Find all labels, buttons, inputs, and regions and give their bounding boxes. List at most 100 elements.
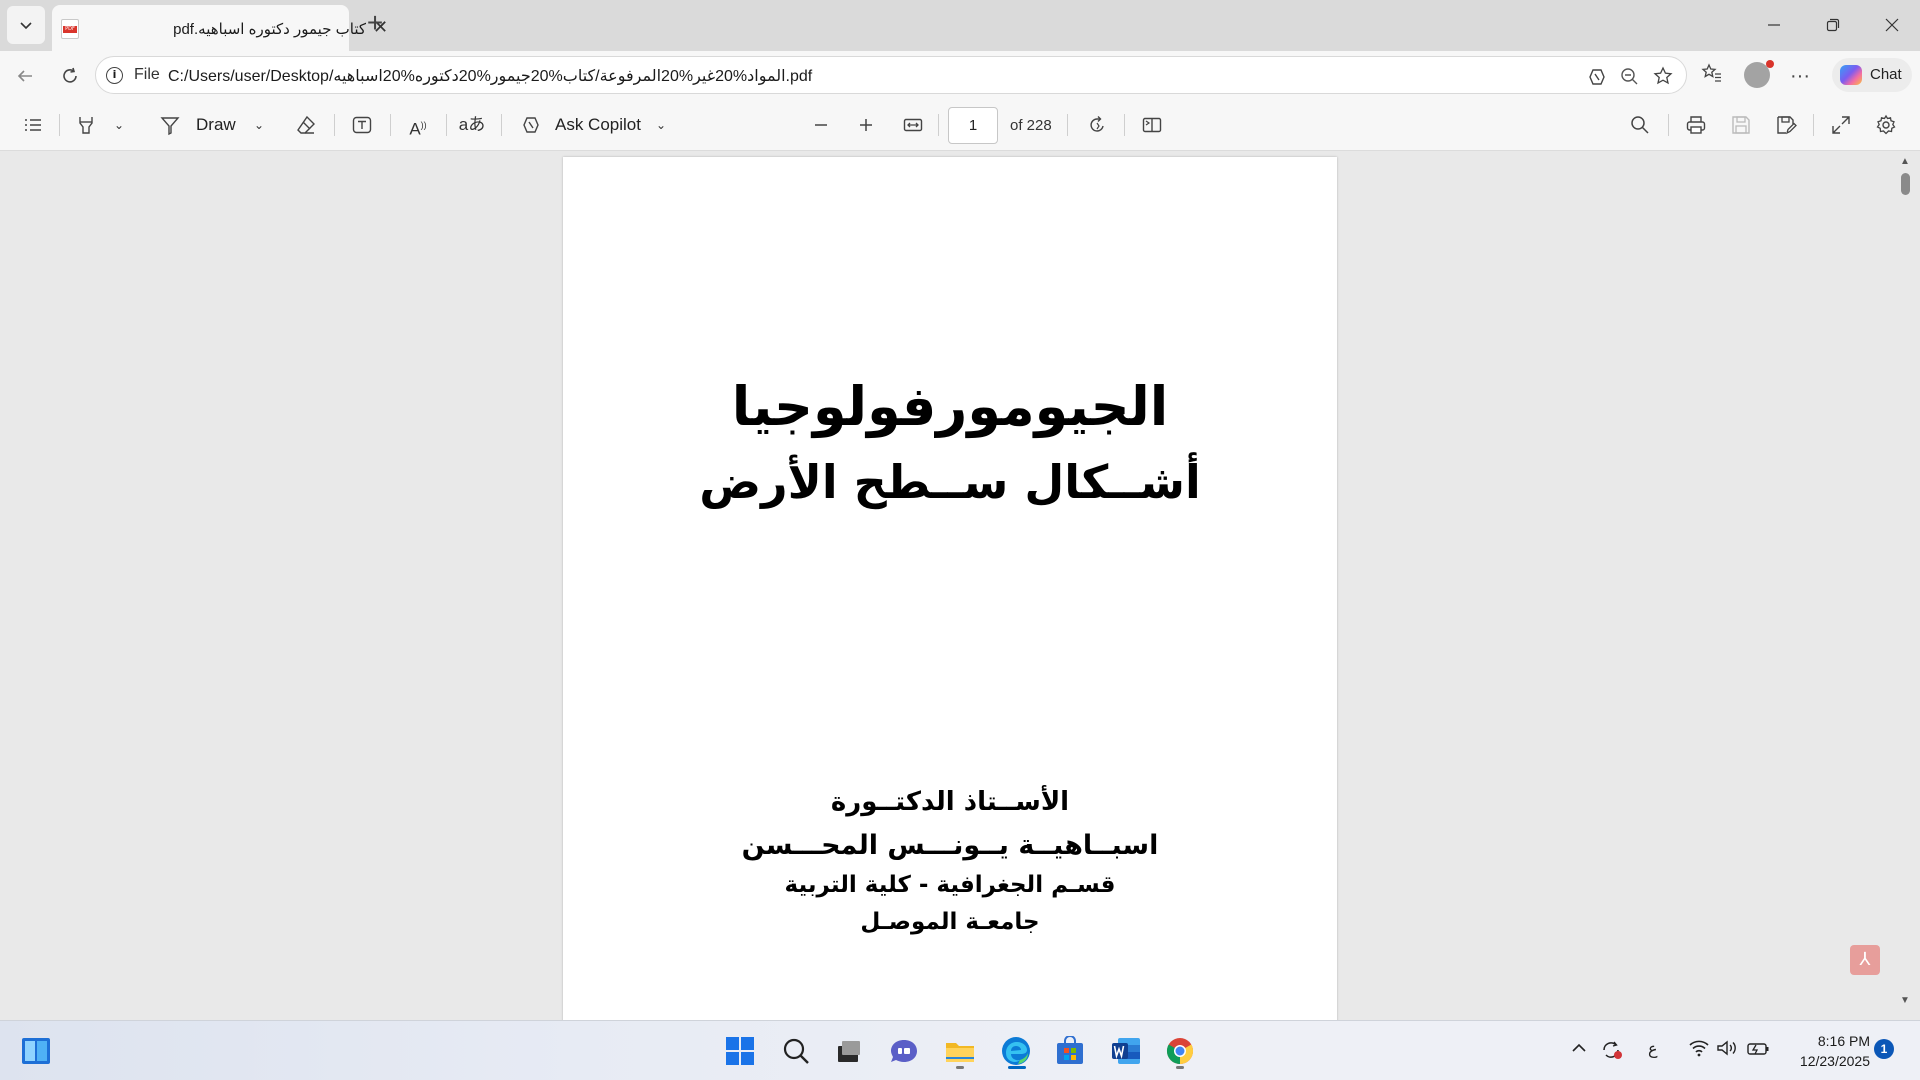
- toolbar-divider: [501, 114, 502, 136]
- eraser-icon: [297, 115, 315, 134]
- sync-status-icon[interactable]: [1600, 1039, 1624, 1066]
- toolbar-divider: [334, 114, 335, 136]
- toolbar-divider: [938, 114, 939, 136]
- author-name: اسبــاهيــة يــونـــس المحـــسن: [741, 830, 1159, 861]
- new-tab-button[interactable]: +: [362, 9, 388, 39]
- copilot-page-icon[interactable]: [1586, 66, 1608, 88]
- address-bar[interactable]: i File C:/Users/user/Desktop/المواد%20غي…: [95, 56, 1687, 94]
- widgets-button[interactable]: [16, 1031, 56, 1071]
- pdf-viewer[interactable]: الجيومورفولوجيا أشــكال ســطح الأرض الأس…: [0, 152, 1920, 1020]
- page-view-button[interactable]: [1138, 112, 1166, 138]
- add-text-button[interactable]: [348, 112, 376, 138]
- minus-icon: [815, 124, 827, 126]
- favorites-list-icon: [1701, 63, 1721, 82]
- store-button[interactable]: [1050, 1031, 1090, 1071]
- pdf-settings-button[interactable]: [1872, 112, 1900, 138]
- taskbar-search-button[interactable]: [776, 1031, 816, 1071]
- document-title: الجيومورفولوجيا: [731, 375, 1169, 438]
- toolbar-divider: [1668, 114, 1669, 136]
- title-bar: كتاب جيمور دكتوره اسباهيه.pdf ✕ +: [0, 0, 1920, 51]
- battery-icon[interactable]: [1746, 1039, 1770, 1062]
- find-button[interactable]: [1626, 112, 1654, 138]
- teams-button[interactable]: [884, 1031, 924, 1071]
- wifi-signal-icon: [1689, 1040, 1709, 1057]
- search-icon: [783, 1038, 809, 1064]
- notification-badge[interactable]: 1: [1874, 1039, 1894, 1059]
- refresh-button[interactable]: [55, 61, 85, 91]
- start-button[interactable]: [720, 1031, 760, 1071]
- input-language-indicator[interactable]: ع: [1648, 1039, 1658, 1058]
- draw-label[interactable]: Draw: [196, 115, 236, 135]
- tab-actions-button[interactable]: [7, 6, 45, 44]
- fit-to-width-button[interactable]: [899, 112, 927, 138]
- scroll-up-arrow-icon[interactable]: ▲: [1900, 156, 1910, 167]
- plus-icon: [860, 119, 872, 131]
- scroll-thumb[interactable]: [1901, 173, 1910, 195]
- edge-button[interactable]: [996, 1031, 1036, 1071]
- address-bar-row: i File C:/Users/user/Desktop/المواد%20غي…: [0, 51, 1920, 100]
- vertical-scrollbar[interactable]: ▲ ▼: [1897, 152, 1913, 1020]
- file-explorer-button[interactable]: [940, 1031, 980, 1071]
- chevron-up-icon: [1572, 1043, 1586, 1052]
- scroll-down-arrow-icon[interactable]: ▼: [1900, 995, 1910, 1006]
- copilot-logo-icon: [1840, 65, 1862, 85]
- favorites-icon[interactable]: [1698, 62, 1726, 90]
- copilot-options-chevron-icon[interactable]: ⌄: [652, 112, 670, 138]
- task-view-button[interactable]: [828, 1031, 868, 1071]
- print-button[interactable]: [1682, 112, 1710, 138]
- two-page-icon: [1142, 117, 1162, 133]
- word-button[interactable]: [1106, 1031, 1146, 1071]
- volume-icon[interactable]: [1716, 1039, 1738, 1062]
- show-hidden-icons-chevron-icon[interactable]: [1570, 1039, 1588, 1062]
- chrome-button[interactable]: [1160, 1031, 1200, 1071]
- refresh-icon: [63, 67, 77, 83]
- ask-copilot-label[interactable]: Ask Copilot: [555, 115, 641, 135]
- zoom-out-button[interactable]: [808, 112, 834, 138]
- minimize-button[interactable]: [1754, 10, 1794, 40]
- zoom-magnifier-icon: [1621, 68, 1638, 85]
- full-screen-button[interactable]: [1827, 112, 1855, 138]
- system-clock[interactable]: 8:16 PM 12/23/2025: [1780, 1031, 1870, 1071]
- wifi-icon[interactable]: [1688, 1039, 1710, 1062]
- site-info-icon[interactable]: i: [106, 67, 123, 84]
- table-of-contents-icon[interactable]: [20, 112, 46, 138]
- url-text[interactable]: C:/Users/user/Desktop/المواد%20غير%20الم…: [168, 66, 812, 86]
- toolbar-divider: [390, 114, 391, 136]
- chrome-icon: [1166, 1038, 1194, 1065]
- back-button[interactable]: [10, 61, 40, 91]
- read-aloud-icon[interactable]: A)): [404, 112, 432, 139]
- restore-button[interactable]: [1813, 10, 1853, 40]
- folder-icon: [946, 1043, 974, 1062]
- toolbar-divider: [1124, 114, 1125, 136]
- highlight-options-chevron-icon[interactable]: ⌄: [110, 112, 128, 138]
- draw-options-chevron-icon[interactable]: ⌄: [250, 112, 268, 138]
- acrobat-icon[interactable]: ⅄: [1850, 945, 1880, 975]
- translate-icon[interactable]: aあ: [458, 112, 486, 138]
- page-number-input[interactable]: 1: [948, 107, 998, 144]
- save-as-button[interactable]: [1772, 112, 1800, 138]
- copilot-outline-icon: [523, 117, 539, 133]
- speaker-icon: [1717, 1040, 1736, 1056]
- scheme-label: File: [134, 66, 160, 83]
- text-box-icon: [352, 116, 372, 134]
- draw-button[interactable]: [157, 112, 183, 138]
- highlight-button[interactable]: [72, 112, 100, 138]
- running-indicator: [1176, 1066, 1184, 1069]
- copilot-chat-button[interactable]: Chat: [1832, 58, 1912, 92]
- save-button[interactable]: [1727, 112, 1755, 138]
- erase-button[interactable]: [292, 112, 320, 138]
- close-window-button[interactable]: [1872, 10, 1912, 40]
- profile-avatar[interactable]: [1744, 60, 1774, 88]
- rotate-icon: [1090, 116, 1104, 132]
- tab-title: كتاب جيمور دكتوره اسباهيه.pdf: [173, 21, 366, 38]
- favorite-star-icon[interactable]: [1652, 66, 1674, 88]
- browser-tab[interactable]: كتاب جيمور دكتوره اسباهيه.pdf ✕: [52, 5, 388, 51]
- toolbar-divider: [1067, 114, 1068, 136]
- rotate-button[interactable]: [1083, 112, 1111, 138]
- chat-label: Chat: [1870, 66, 1902, 83]
- zoom-out-icon[interactable]: [1618, 66, 1640, 88]
- zoom-in-button[interactable]: [853, 112, 879, 138]
- more-options-icon[interactable]: ···: [1786, 62, 1814, 90]
- ask-copilot-button[interactable]: [518, 112, 544, 138]
- search-icon: [1631, 116, 1649, 134]
